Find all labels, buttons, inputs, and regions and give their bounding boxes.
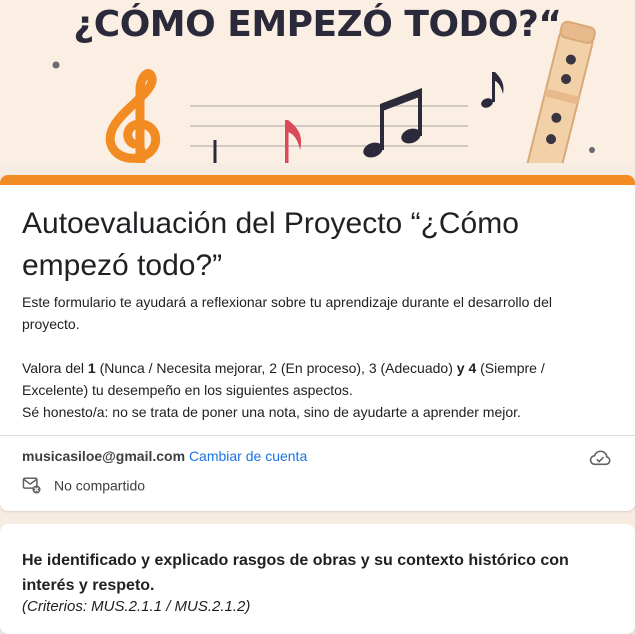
form-title: Autoevaluación del Proyecto “¿Cómo empez… [22, 207, 519, 282]
question-criteria: (Criterios: MUS.2.1.1 / MUS.2.1.2) [22, 598, 251, 615]
staff-lines [190, 105, 468, 147]
share-status-text: No compartido [54, 477, 146, 494]
rating-scale-text: (Nunca / Necesita mejorar, 2 (En proceso… [95, 360, 457, 376]
switch-account-link[interactable]: Cambiar de cuenta [189, 448, 307, 464]
rating-prefix: Valora del [22, 360, 88, 376]
description-intro: Este formulario te ayudará a reflexionar… [22, 294, 552, 332]
form-header-card: Autoevaluación del Proyecto “¿Cómo empez… [0, 175, 635, 511]
rating-instructions: Valora del 1 (Nunca / Necesita mejorar, … [22, 357, 602, 401]
decor-dot [589, 147, 595, 153]
mail-not-shared-icon [22, 477, 41, 494]
share-status-row: No compartido [22, 475, 145, 494]
question-title: He identificado y explicado rasgos de ob… [22, 552, 569, 594]
divider [0, 435, 635, 436]
honesty-note: Sé honesto/a: no se trata de poner una n… [22, 404, 521, 420]
eighth-note-icon [481, 72, 504, 108]
rating-min: 1 [87, 360, 96, 376]
banner-title: ¿CÓMO EMPEZÓ TODO?“ [73, 4, 562, 45]
accent-bar [0, 175, 635, 185]
question-card: He identificado y explicado rasgos de ob… [0, 524, 635, 634]
account-email: musicasiloe@gmail.com [22, 448, 186, 464]
decor-dot [52, 61, 60, 69]
form-description: Este formulario te ayudará a reflexionar… [22, 291, 602, 423]
cloud-check-icon[interactable] [589, 449, 611, 467]
treble-clef-icon [105, 69, 160, 163]
account-row: musicasiloe@gmail.com Cambiar de cuenta [22, 447, 307, 465]
rating-and: y [456, 360, 465, 376]
header-banner: ¿CÓMO EMPEZÓ TODO?“ [0, 0, 635, 163]
beamed-notes-icon [363, 88, 422, 158]
